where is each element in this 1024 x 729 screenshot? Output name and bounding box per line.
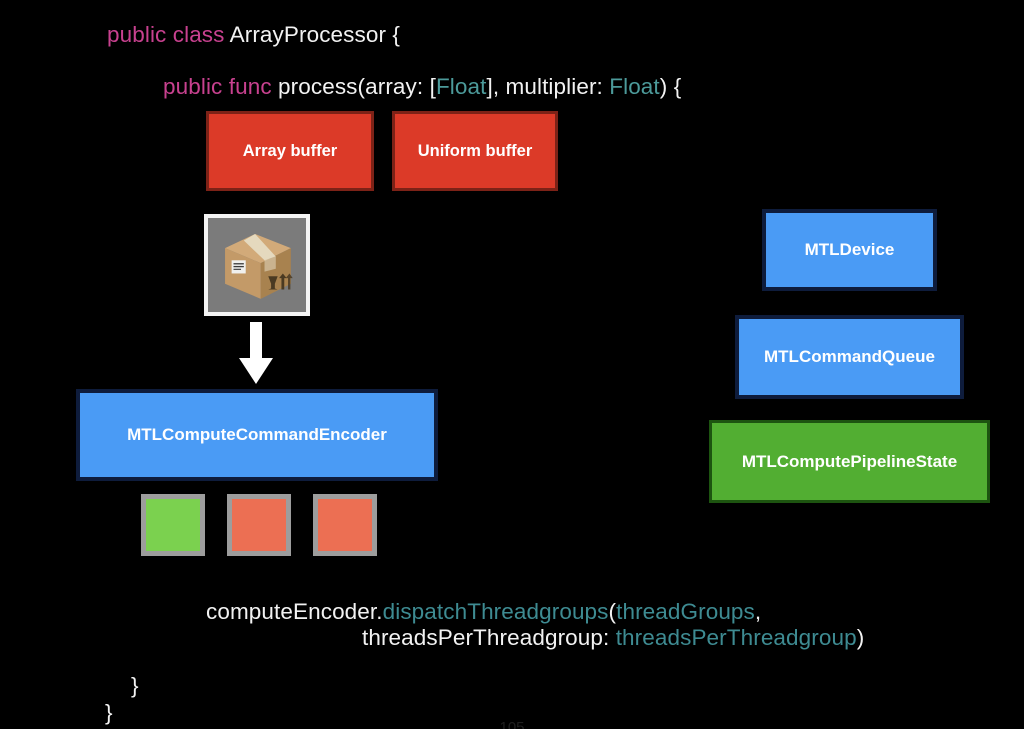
code-dispatch-close-paren: ) xyxy=(856,625,865,650)
node-mtl-compute-pipeline-state[interactable]: MTLComputePipelineState xyxy=(709,420,990,503)
code-func-signature-mid: ], multiplier: xyxy=(486,74,610,99)
thread-square-idle-1[interactable] xyxy=(227,494,291,556)
node-compute-command-encoder-label: MTLComputeCommandEncoder xyxy=(127,425,387,445)
node-array-buffer-label: Array buffer xyxy=(242,141,338,160)
arrow-down-icon xyxy=(236,322,276,384)
code-keyword-public-func: public func xyxy=(163,74,279,99)
page-marker: 105 xyxy=(499,719,525,729)
code-dispatch-arg-threads-per-threadgroup: threadsPerThreadgroup xyxy=(615,625,857,650)
code-dispatch-arg-threadgroups: threadGroups xyxy=(616,599,755,624)
code-type-float-1: Float xyxy=(435,74,487,99)
code-line-dispatch-arg2: threadsPerThreadgroup: threadsPerThreadg… xyxy=(362,625,864,651)
node-uniform-buffer-label: Uniform buffer xyxy=(417,141,533,160)
node-compute-command-encoder[interactable]: MTLComputeCommandEncoder xyxy=(76,389,438,481)
code-dispatch-comma: , xyxy=(754,599,762,624)
thread-square-idle-2[interactable] xyxy=(313,494,377,556)
code-dispatch-open-paren: ( xyxy=(608,599,617,624)
code-dispatch-arg-label: threadsPerThreadgroup: xyxy=(362,625,616,650)
node-mtl-command-queue[interactable]: MTLCommandQueue xyxy=(735,315,964,399)
code-keyword-public-class: public class xyxy=(107,22,230,47)
code-dispatch-method: dispatchThreadgroups xyxy=(382,599,609,624)
node-uniform-buffer[interactable]: Uniform buffer xyxy=(392,111,558,191)
code-line-class-declaration: public class ArrayProcessor { xyxy=(107,22,400,48)
code-class-name: ArrayProcessor { xyxy=(229,22,401,47)
code-func-signature-tail: ) { xyxy=(659,74,682,99)
code-line-close-func-brace: } xyxy=(131,673,139,698)
node-mtl-device-label: MTLDevice xyxy=(804,240,895,260)
node-mtl-compute-pipeline-state-label: MTLComputePipelineState xyxy=(741,451,958,471)
package-box-icon xyxy=(204,214,310,316)
thread-square-active[interactable] xyxy=(141,494,205,556)
node-mtl-device[interactable]: MTLDevice xyxy=(762,209,937,291)
code-line-func-declaration: public func process(array: [Float], mult… xyxy=(163,74,681,100)
code-line-dispatch-call: computeEncoder.dispatchThreadgroups(thre… xyxy=(206,599,761,625)
slide-canvas: public class ArrayProcessor { public fun… xyxy=(0,0,1024,729)
code-dispatch-object: computeEncoder. xyxy=(206,599,383,624)
code-func-signature-head: process(array: [ xyxy=(278,74,436,99)
node-array-buffer[interactable]: Array buffer xyxy=(206,111,374,191)
node-mtl-command-queue-label: MTLCommandQueue xyxy=(764,347,935,367)
code-type-float-2: Float xyxy=(609,74,660,99)
